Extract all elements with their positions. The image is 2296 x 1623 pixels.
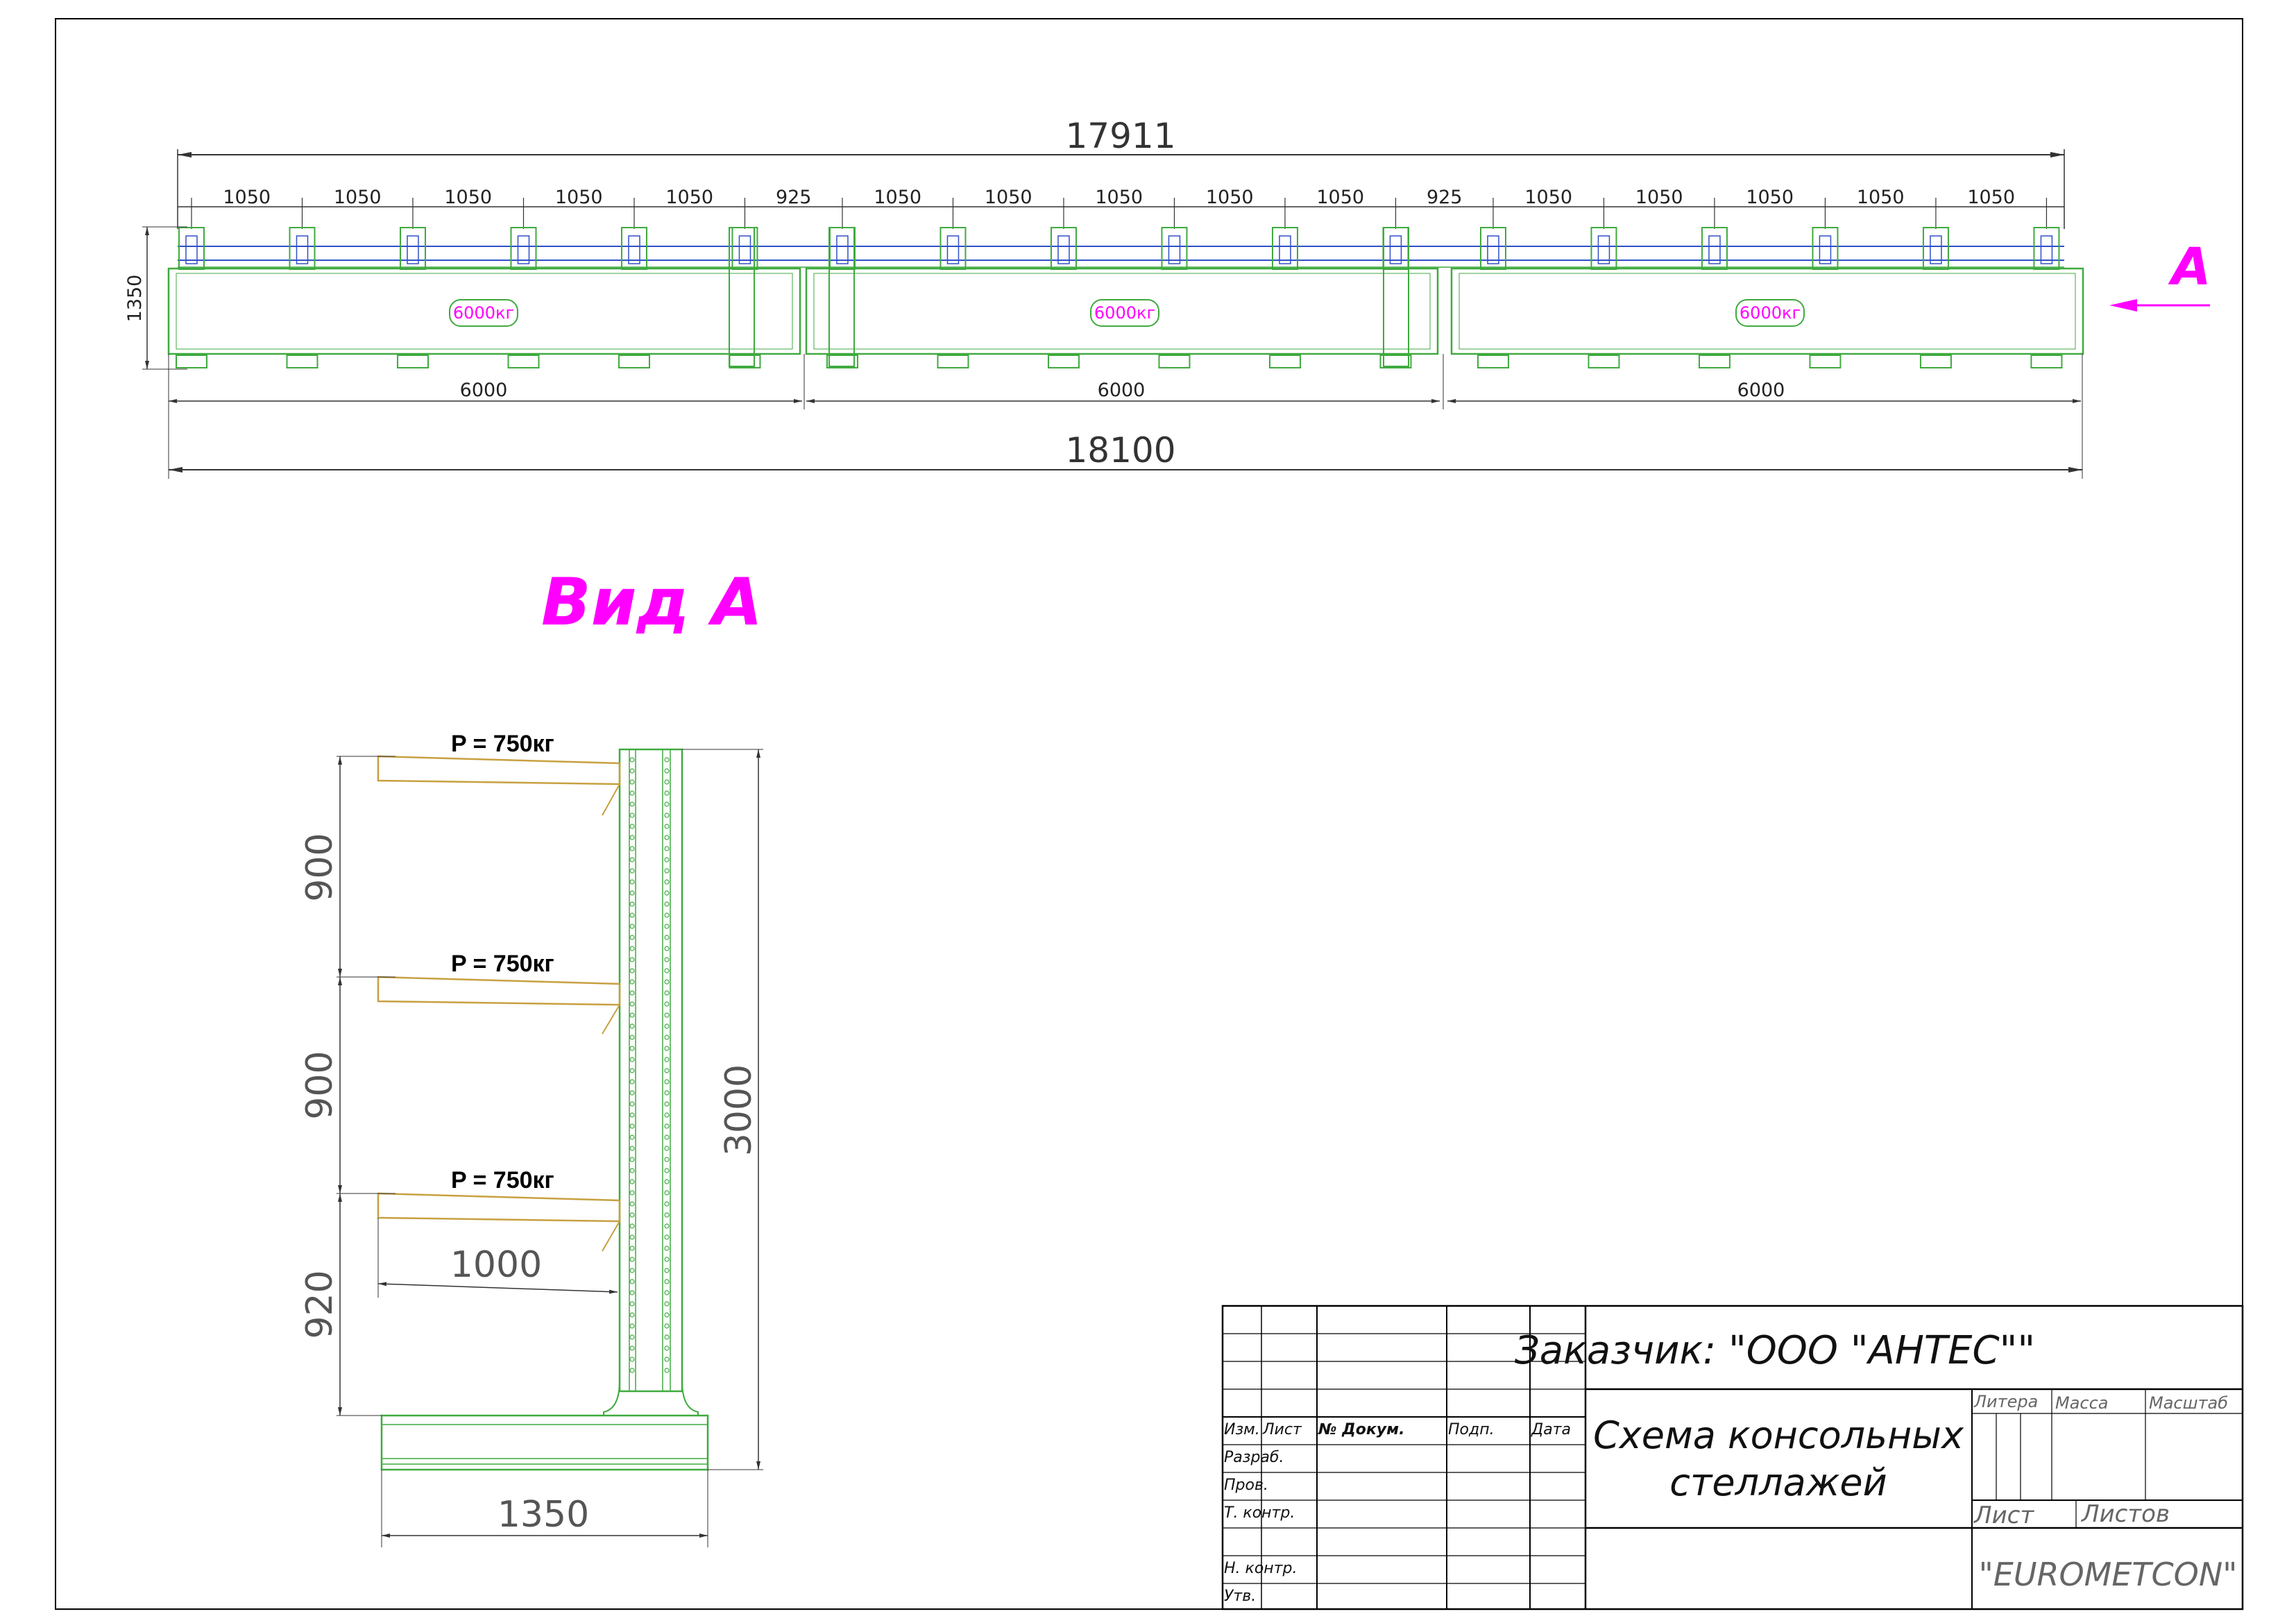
cantilever-arm-3 [377,1192,621,1252]
zone-divider-upright [828,227,855,367]
masshtab-label: Масштаб [2149,1393,2228,1413]
plan-upright [1268,227,1301,368]
litera-label: Литера [1973,1392,2038,1411]
listov-label: Листов [2080,1500,2170,1528]
height-dim: 3000 [718,1064,760,1156]
plan-upright [937,227,969,368]
row-utv: Утв. [1224,1588,1256,1605]
spacing-dim: 1050 [444,187,492,208]
col-izm: Изм. [1224,1421,1260,1438]
spacing-dim: 1050 [1316,187,1364,208]
plan-upright [1809,227,1842,368]
plan-upright [618,227,650,368]
plan-upright [286,227,318,368]
load-label-zone-3: 6000кг [1740,303,1801,323]
level-dim-3: 920 [299,1270,341,1339]
level-dim-1: 900 [299,833,341,901]
spacing-dim: 1050 [1746,187,1794,208]
overall-top-dim: 17911 [1065,116,1175,156]
section-dim-3: 6000 [1737,380,1785,401]
col-list: Лист [1262,1421,1302,1438]
plan-upright [396,227,429,368]
spacing-dim: 1050 [874,187,921,208]
company-label: "EUROMETCON" [1979,1556,2238,1593]
row-tkontr: Т. контр. [1224,1504,1295,1522]
arm-load-label-3: P = 750кг [451,1167,554,1193]
plan-upright [176,227,207,368]
spacing-dim: 1050 [1967,187,2015,208]
plan-upright [1698,227,1730,368]
cantilever-arm-2 [377,976,621,1035]
spacing-dim: 1050 [665,187,713,208]
load-label-zone-2: 6000кг [1094,303,1155,323]
load-label-zone-1: 6000кг [453,303,514,323]
spacing-dim: 925 [1427,187,1463,208]
spacing-dim: 1050 [1206,187,1254,208]
plan-upright [729,227,761,368]
arm-load-label-2: P = 750кг [451,951,554,977]
arm-load-label-1: P = 750кг [451,731,554,757]
plan-upright [1477,227,1509,368]
plan-upright [1047,227,1080,368]
row-prov: Пров. [1224,1477,1268,1494]
plan-view: 17911 1050 1050 1050 1050 1050 925 1050 1050 105… [124,116,2211,479]
cantilever-arm-1 [377,755,621,816]
plan-upright [826,227,858,368]
list-label: Лист [1973,1502,2034,1529]
view-marker-letter: A [2168,237,2211,297]
plan-upright [507,227,540,368]
spacing-dim: 1050 [1635,187,1683,208]
zone-divider-upright [1383,227,1409,367]
level-dim-2: 900 [299,1051,341,1119]
plan-upright [1158,227,1191,368]
spacing-dim: 1050 [1857,187,1905,208]
row-nkontr: Н. контр. [1224,1560,1297,1577]
spacing-dim: 1050 [1524,187,1572,208]
spacing-dim: 1050 [985,187,1032,208]
customer-label: Заказчик: "ООО "АНТЕС"" [1515,1328,2035,1373]
title-block: Заказчик: "ООО "АНТЕС"" Схема консольных… [1221,1305,2244,1611]
overall-bottom-dim: 18100 [1065,430,1175,470]
spacing-dim: 1050 [223,187,271,208]
col-data: Дата [1531,1421,1571,1438]
massa-label: Масса [2055,1393,2109,1413]
rack-base [380,1414,709,1471]
spacing-dim: 1050 [555,187,603,208]
plan-upright [2030,227,2063,368]
col-podp: Подп. [1448,1421,1495,1438]
plan-upright [1919,227,1952,368]
view-a-title: Вид А [541,565,763,640]
depth-dim: 1350 [124,275,146,323]
view-a-elevation: P = 750кг P = 750кг P = 750кг 900 900 92… [299,731,763,1547]
drawing-title-line1: Схема консольных [1593,1413,1964,1457]
plan-upright [1588,227,1620,368]
spacing-dim: 1050 [1095,187,1143,208]
base-width-dim: 1350 [498,1494,589,1536]
section-dim-2: 6000 [1098,380,1146,401]
drawing-title-line2: стеллажей [1669,1461,1887,1504]
col-doc: № Докум. [1318,1421,1404,1438]
spacing-dim: 1050 [334,187,382,208]
plan-upright [1379,227,1412,368]
drawing-sheet: 17911 1050 1050 1050 1050 1050 925 1050 1050 105… [55,18,2244,1611]
spacing-dim: 925 [776,187,812,208]
arm-length-dim: 1000 [450,1244,542,1286]
row-razrab: Разраб. [1224,1449,1284,1466]
section-dim-1: 6000 [460,380,508,401]
